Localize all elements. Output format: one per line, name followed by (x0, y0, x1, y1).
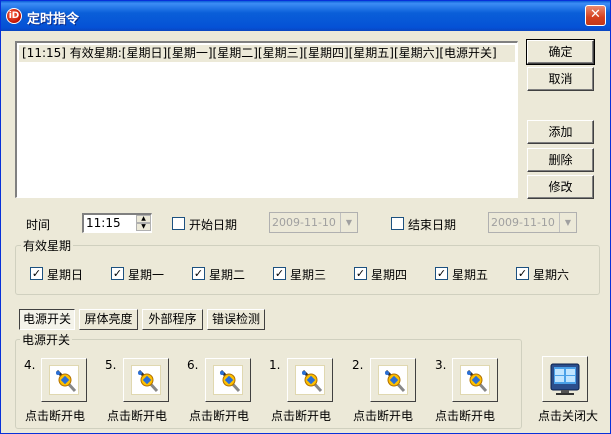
close-window-button[interactable]: ✕ (585, 5, 606, 26)
start-date-picker[interactable]: 2009-11-10 ▼ (269, 212, 358, 233)
weekday-monday-label: 星期一 (128, 268, 165, 282)
weekday-sunday-checkbox[interactable]: ✓ (30, 267, 43, 280)
weekday-saturday-checkbox[interactable]: ✓ (516, 267, 529, 280)
start-date-checkbox[interactable] (172, 217, 185, 230)
start-date-label: 开始日期 (189, 218, 238, 232)
power-plug-icon (295, 365, 325, 395)
weekday-thursday-checkbox[interactable]: ✓ (354, 267, 367, 280)
switch-number: 6. (187, 358, 199, 372)
weekday-wednesday-checkbox[interactable]: ✓ (273, 267, 286, 280)
weekday-sunday-label: 星期日 (47, 268, 84, 282)
time-label: 时间 (26, 218, 51, 232)
weekday-tuesday-checkbox[interactable]: ✓ (192, 267, 205, 280)
power-switch-button-4[interactable] (41, 358, 87, 402)
time-spinner[interactable]: 11:15 ▲ ▼ (82, 213, 152, 233)
title-bar[interactable]: iD 定时指令 ✕ (1, 1, 610, 31)
switch-caption: 点击断开电 (107, 409, 168, 423)
switch-number: 1. (269, 358, 281, 372)
weekday-saturday-label: 星期六 (533, 268, 570, 282)
power-plug-icon (49, 365, 79, 395)
end-date-picker[interactable]: 2009-11-10 ▼ (488, 212, 577, 233)
weekday-thursday-label: 星期四 (371, 268, 408, 282)
weekday-friday-checkbox[interactable]: ✓ (435, 267, 448, 280)
monitor-icon (550, 363, 580, 395)
weekday-monday-checkbox[interactable]: ✓ (111, 267, 124, 280)
end-date-label: 结束日期 (408, 218, 457, 232)
weekday-friday-label: 星期五 (452, 268, 489, 282)
power-switch-button-6[interactable] (205, 358, 251, 402)
power-switch-button-5[interactable] (123, 358, 169, 402)
weekday-tuesday-label: 星期二 (209, 268, 246, 282)
app-logo-icon: iD (6, 8, 22, 24)
switch-number: 4. (24, 358, 36, 372)
add-button[interactable]: 添加 (527, 120, 594, 144)
power-plug-icon (213, 365, 243, 395)
switch-number: 3. (435, 358, 447, 372)
switch-number: 2. (352, 358, 364, 372)
power-switch-button-3[interactable] (452, 358, 498, 402)
close-screen-button[interactable] (542, 356, 588, 402)
end-date-checkbox[interactable] (391, 217, 404, 230)
switch-caption: 点击断开电 (25, 409, 86, 423)
tab-screen-brightness[interactable]: 屏体亮度 (79, 309, 138, 330)
chevron-down-icon[interactable]: ▼ (559, 213, 576, 232)
command-list-item[interactable]: [11:15] 有效星期:[星期日][星期一][星期二][星期三][星期四][星… (19, 45, 515, 62)
switch-caption: 点击断开电 (353, 409, 414, 423)
window-title: 定时指令 (27, 12, 80, 27)
chevron-down-icon[interactable]: ▼ (340, 213, 357, 232)
spin-up-icon[interactable]: ▲ (136, 215, 151, 223)
weekdays-legend: 有效星期 (21, 237, 74, 254)
switch-caption: 点击断开电 (189, 409, 250, 423)
power-switch-button-1[interactable] (287, 358, 333, 402)
power-plug-icon (131, 365, 161, 395)
spin-down-icon[interactable]: ▼ (136, 223, 151, 231)
switch-caption: 点击断开电 (435, 409, 496, 423)
time-value[interactable]: 11:15 (86, 216, 121, 230)
power-switch-legend: 电源开关 (20, 331, 73, 348)
cancel-button[interactable]: 取消 (527, 67, 594, 91)
tab-error-detection[interactable]: 错误检测 (207, 309, 265, 330)
timed-command-dialog: iD 定时指令 ✕ [11:15] 有效星期:[星期日][星期一][星期二][星… (0, 0, 611, 434)
modify-button[interactable]: 修改 (527, 175, 594, 199)
weekday-wednesday-label: 星期三 (290, 268, 327, 282)
ok-button[interactable]: 确定 (526, 39, 595, 65)
end-date-value: 2009-11-10 (491, 216, 555, 229)
tab-external-program[interactable]: 外部程序 (142, 309, 203, 330)
power-switch-button-2[interactable] (370, 358, 416, 402)
tab-power-switch[interactable]: 电源开关 (19, 309, 75, 330)
power-plug-icon (460, 365, 490, 395)
close-screen-caption: 点击关闭大 (538, 409, 599, 423)
switch-caption: 点击断开电 (271, 409, 332, 423)
power-plug-icon (378, 365, 408, 395)
command-list[interactable]: [11:15] 有效星期:[星期日][星期一][星期二][星期三][星期四][星… (15, 41, 518, 198)
start-date-value: 2009-11-10 (272, 216, 336, 229)
switch-number: 5. (105, 358, 117, 372)
delete-button[interactable]: 删除 (527, 148, 594, 172)
